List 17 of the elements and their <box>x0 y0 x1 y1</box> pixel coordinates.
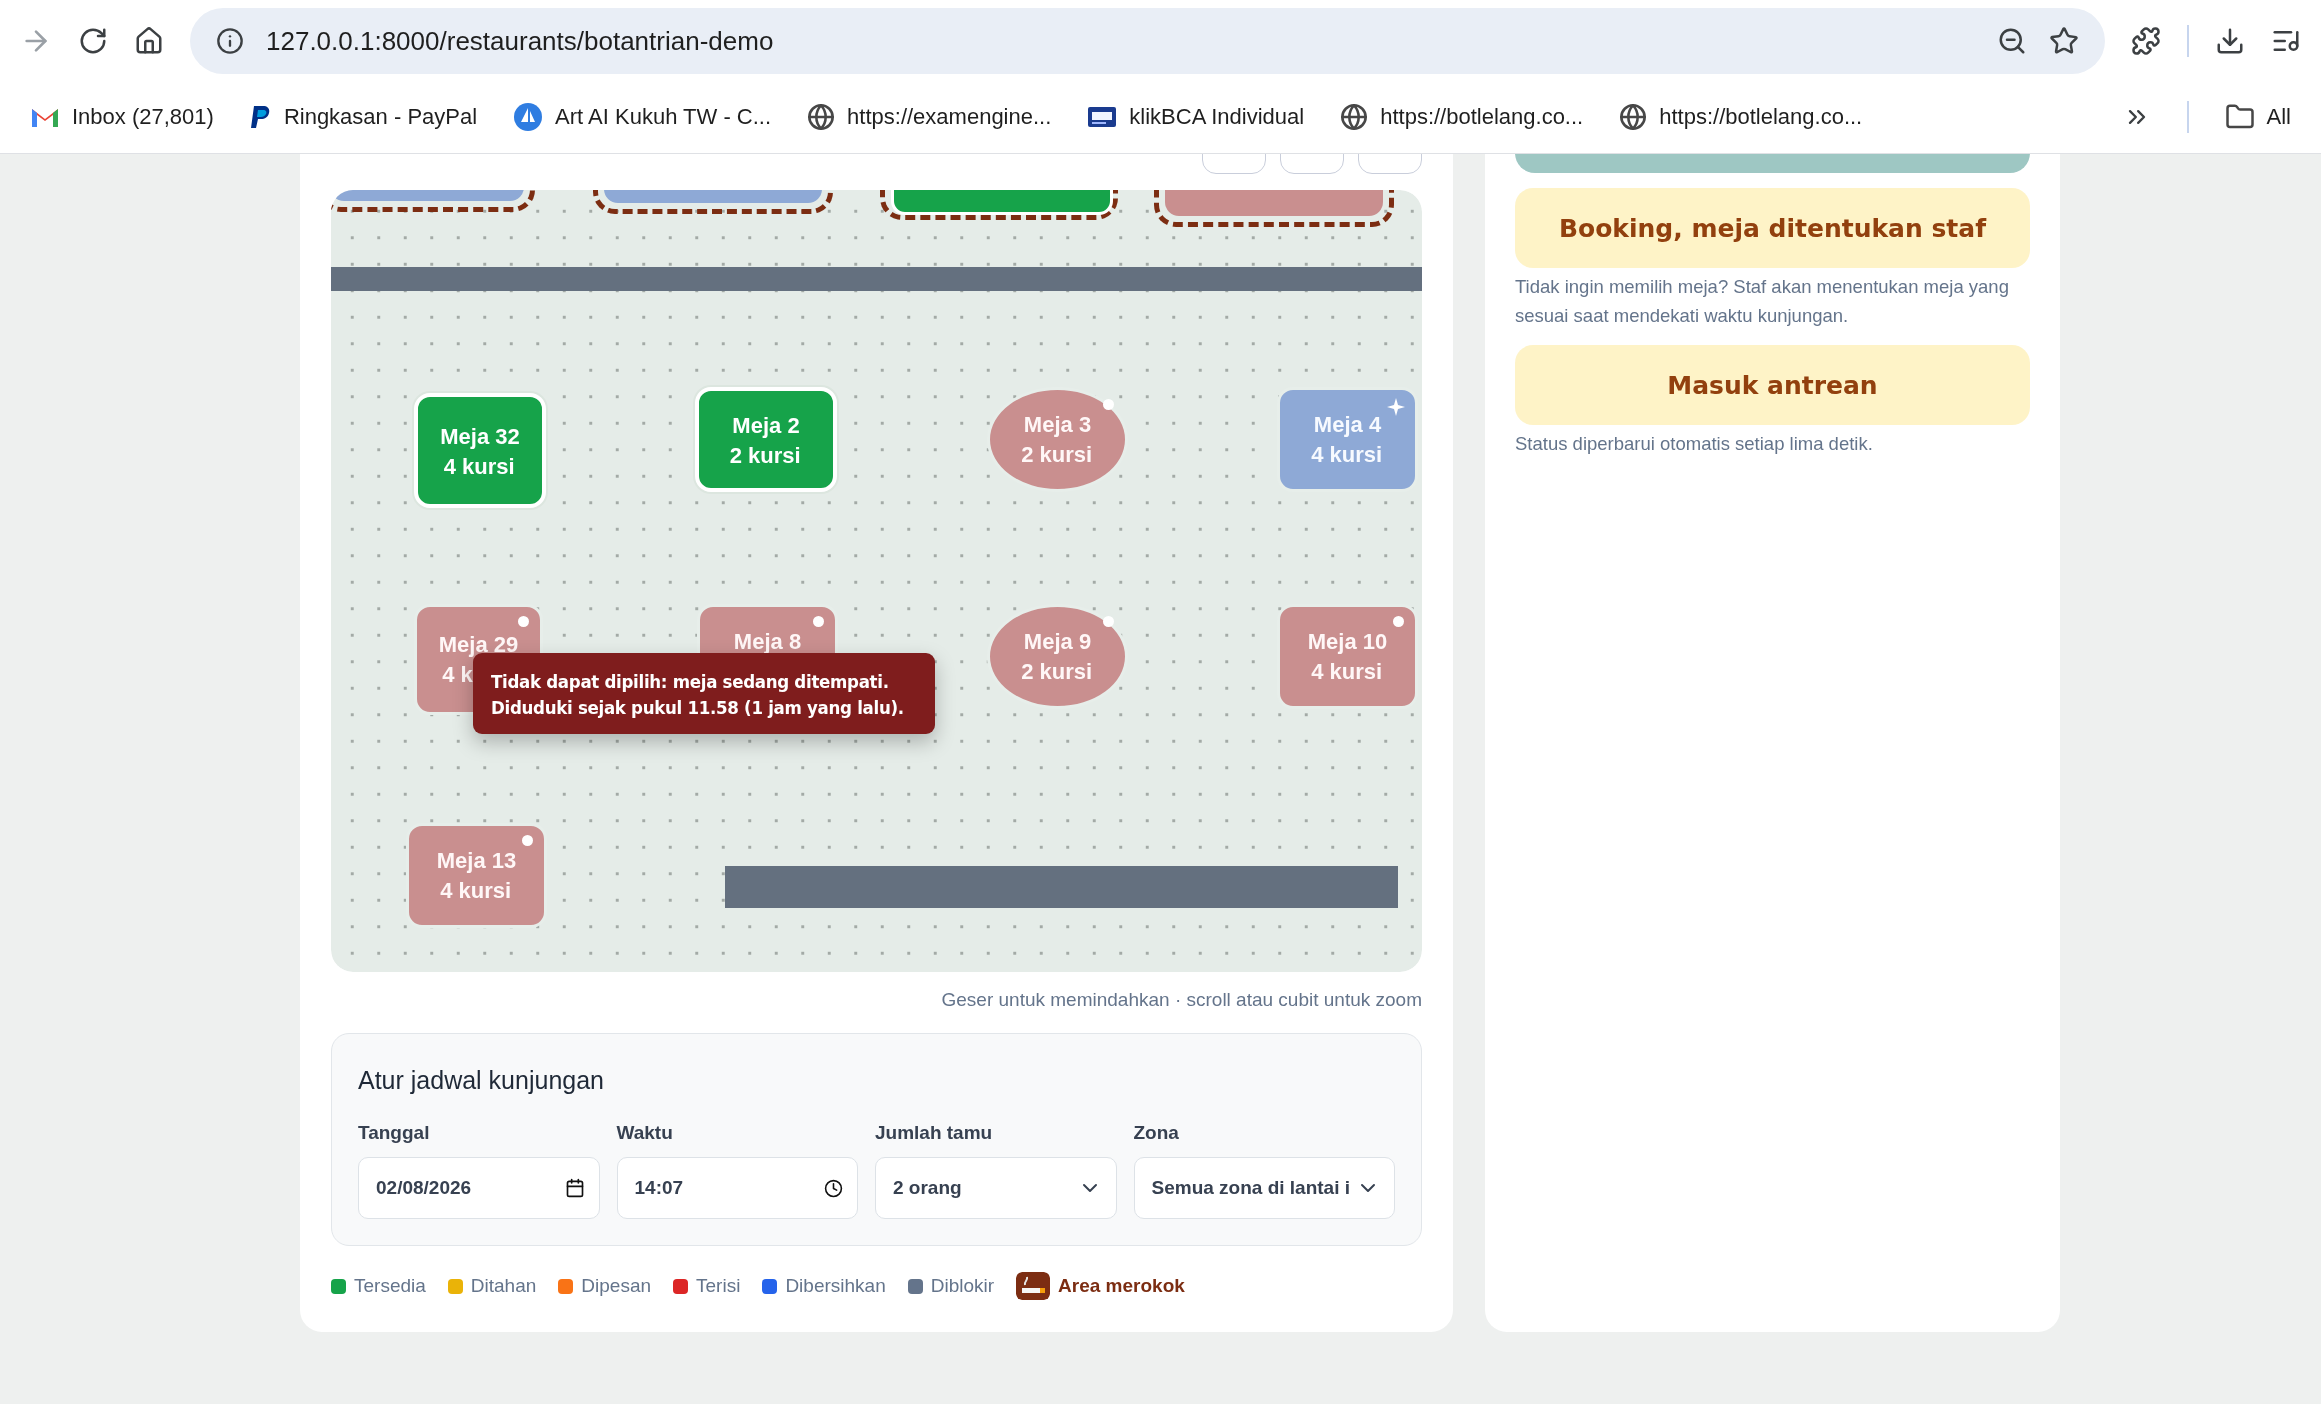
legend-label: Area merokok <box>1058 1275 1185 1297</box>
legend-label: Terisi <box>696 1275 741 1297</box>
tooltip: Tidak dapat dipilih: meja sedang ditempati. Diduduki sejak pukul 11.58 (1 jam yang lalu). <box>473 653 935 734</box>
help-text: Tidak ingin memilih meja? Staf akan menentukan meja yang sesuai saat mendekati waktu kunjungan. <box>1515 275 2010 328</box>
help-text: Status diperbarui otomatis setiap lima detik. <box>1515 432 1874 456</box>
legend-label: Tersedia <box>354 1275 426 1297</box>
legend-label: Ditahan <box>470 1275 537 1297</box>
field-label: Jumlah tamu <box>875 1122 994 1144</box>
field-label: Waktu <box>616 1122 674 1144</box>
field-label: Zona <box>1133 1122 1180 1144</box>
legend-label: Dipesan <box>581 1275 652 1297</box>
legend-label: Diblokir <box>930 1275 995 1297</box>
hint-text: Geser untuk memindahkan · scroll atau cubit untuk zoom <box>940 989 1422 1011</box>
legend-label: Dibersihkan <box>785 1275 886 1297</box>
field-label: Tanggal <box>358 1122 431 1144</box>
url-text: 127.0.0.1:8000/restaurants/botantrian-demo <box>266 25 775 57</box>
section-title: Atur jadwal kunjungan <box>358 1066 605 1095</box>
